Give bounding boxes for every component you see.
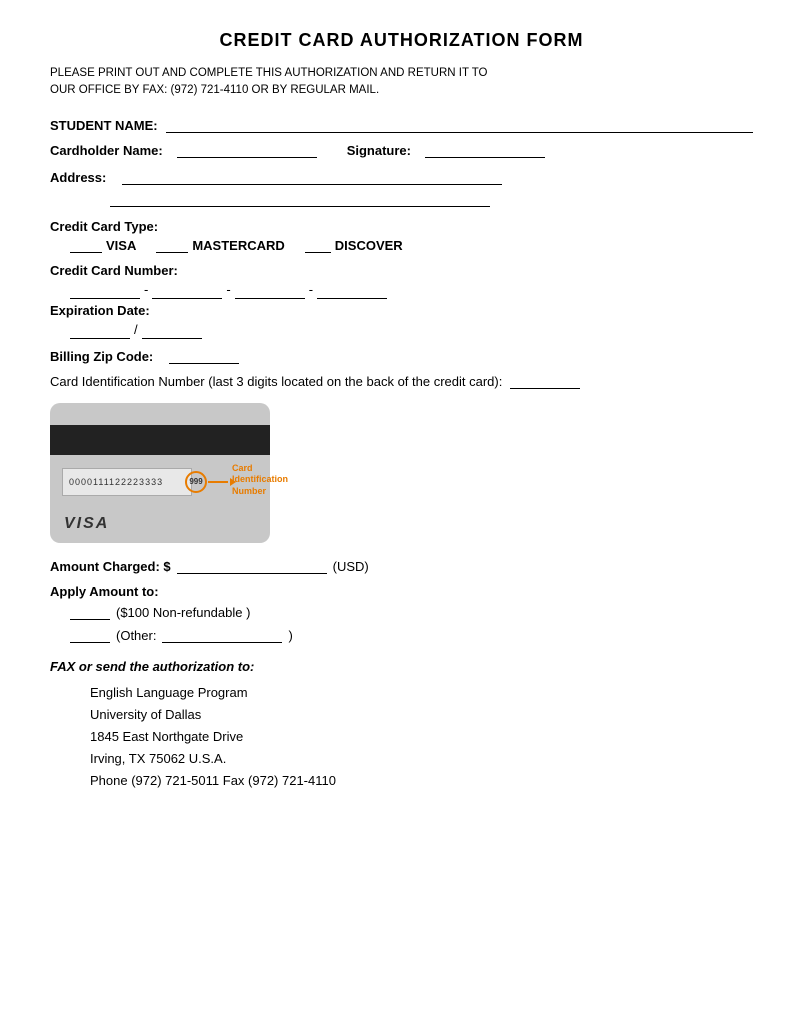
discover-underline [305,252,331,253]
exp-year [142,338,202,339]
fax-label: FAX or send the authorization to: [50,659,753,674]
address-line-5: Phone (972) 721-5011 Fax (972) 721-4110 [90,770,753,792]
card-visa-brand: VISA [64,515,109,533]
apply-option-1: ($100 Non-refundable ) [70,605,753,620]
address-line2 [110,191,490,207]
exp-slash: / [134,322,138,337]
apply-option2-prefix: (Other: [116,628,156,643]
expiration-section: Expiration Date: / [50,303,753,339]
zip-underline [169,363,239,364]
apply-line-2 [70,642,110,643]
instructions-text: PLEASE PRINT OUT AND COMPLETE THIS AUTHO… [50,65,753,100]
billing-zip-row: Billing Zip Code: [50,349,753,364]
card-number-display: 0000111122223333 [69,477,163,487]
amount-underline [177,573,327,574]
apply-other-underline [162,642,282,643]
cc-seg1 [70,298,140,299]
address-line-1: English Language Program [90,682,753,704]
amount-row: Amount Charged: $ (USD) [50,559,753,574]
card-id-row: Card Identification Number (last 3 digit… [50,374,753,389]
apply-amount-label: Apply Amount to: [50,584,753,599]
card-id-text-label: Card Identification Number (last 3 digit… [50,374,502,389]
visa-label: VISA [106,238,136,253]
exp-date-row: / [70,322,753,339]
cardholder-name-group: Cardholder Name: [50,143,317,158]
cc-type-discover: DISCOVER [305,238,403,253]
discover-label: DISCOVER [335,238,403,253]
address-section: Address: [50,170,753,207]
amount-currency: (USD) [333,559,369,574]
amount-charged-label: Amount Charged: $ [50,559,171,574]
cc-number-section: Credit Card Number: - - - [50,263,753,299]
card-id-underline [510,388,580,389]
arrow-line [208,481,228,483]
cc-type-section: Credit Card Type: VISA MASTERCARD DISCOV… [50,219,753,253]
cc-seg3 [235,298,305,299]
cc-number-label: Credit Card Number: [50,263,753,278]
mastercard-underline [156,252,188,253]
card-mag-strip [50,425,270,455]
mastercard-label: MASTERCARD [192,238,284,253]
signature-group: Signature: [347,143,545,158]
address-info: English Language Program University of D… [90,682,753,792]
student-name-label: STUDENT NAME: [50,118,158,133]
signature-label: Signature: [347,143,411,158]
address-line-4: Irving, TX 75062 U.S.A. [90,748,753,770]
address-line1 [122,184,502,185]
billing-zip-label: Billing Zip Code: [50,349,153,364]
apply-option-2: (Other: ) [70,628,753,643]
card-id-illustration-label: Card Identification Number [232,463,312,498]
student-name-underline [166,132,753,133]
exp-month [70,338,130,339]
apply-option2-suffix: ) [288,628,292,643]
dash2: - [226,282,230,297]
card-illustration: 0000111122223333 999 Card Identification… [50,403,270,543]
card-signature-area: 0000111122223333 [62,468,192,496]
student-name-row: STUDENT NAME: [50,118,753,133]
signature-underline [425,157,545,158]
fax-section: FAX or send the authorization to: Englis… [50,659,753,792]
cc-number-row: - - - [70,282,753,299]
amount-charged-section: Amount Charged: $ (USD) [50,559,753,574]
expiration-label: Expiration Date: [50,303,753,318]
address-label-row: Address: [50,170,753,185]
cardholder-name-label: Cardholder Name: [50,143,163,158]
cc-type-label: Credit Card Type: [50,219,753,234]
address-label: Address: [50,170,106,185]
cc-seg4 [317,298,387,299]
card-cvv-circle: 999 [185,471,207,493]
apply-amount-section: Apply Amount to: ($100 Non-refundable ) … [50,584,753,643]
dash1: - [144,282,148,297]
cardholder-name-underline [177,157,317,158]
form-title: CREDIT CARD AUTHORIZATION FORM [50,30,753,51]
cc-type-options: VISA MASTERCARD DISCOVER [70,238,753,253]
apply-line-1 [70,619,110,620]
cc-seg2 [152,298,222,299]
visa-underline [70,252,102,253]
cc-type-mastercard: MASTERCARD [156,238,284,253]
dash3: - [309,282,313,297]
address-line-2: University of Dallas [90,704,753,726]
cc-type-visa: VISA [70,238,136,253]
address-line-3: 1845 East Northgate Drive [90,726,753,748]
apply-option1-text: ($100 Non-refundable ) [116,605,250,620]
cardholder-row: Cardholder Name: Signature: [50,143,753,158]
